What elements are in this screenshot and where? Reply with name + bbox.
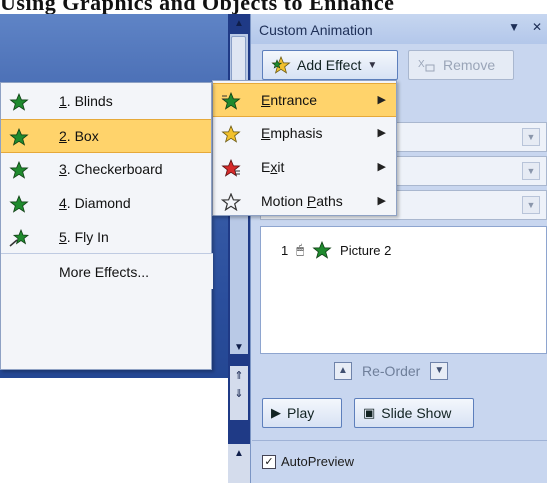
remove-button[interactable]: X Remove [408, 50, 514, 80]
remove-label: Remove [443, 57, 496, 73]
motion-paths-star-icon [221, 193, 241, 211]
divider [252, 440, 547, 441]
pane-title: Custom Animation [259, 22, 373, 38]
entrance-star-icon [221, 92, 241, 110]
submenu-arrow-icon: ▶ [377, 94, 386, 106]
pane-menu-icon[interactable]: ▼ [508, 20, 520, 34]
submenu-arrow-icon: ▶ [377, 195, 386, 207]
remove-icon: X [418, 59, 435, 72]
list-item[interactable]: 1 🖱 Picture 2 [281, 241, 391, 259]
submenu-item-diamond[interactable]: 4. Diamond [1, 187, 211, 221]
move-down-icon[interactable]: ▼ [430, 362, 449, 380]
menu-item-entrance[interactable]: Entrance ▶ [213, 83, 396, 117]
submenu-item-blinds[interactable]: 1. Blinds [1, 85, 211, 119]
menu-item-label: Exit [261, 159, 285, 175]
slide-show-button[interactable]: ▣ Slide Show [354, 398, 474, 428]
scroll-down-icon[interactable]: ▼ [233, 342, 245, 354]
reorder-label: Re-Order [362, 363, 421, 379]
menu-item-label: Emphasis [261, 125, 323, 141]
chevron-down-icon[interactable]: ▼ [522, 162, 540, 180]
previous-slide-icon[interactable]: ⇑ [233, 370, 245, 382]
more-effects-label: More Effects... [59, 264, 149, 280]
chevron-down-icon: ▼ [367, 59, 378, 71]
slide-lower-area [0, 378, 228, 483]
play-button[interactable]: ▶ Play [262, 398, 342, 428]
slide-show-icon: ▣ [363, 405, 376, 420]
submenu-arrow-icon: ▶ [377, 161, 386, 173]
chevron-down-icon[interactable]: ▼ [522, 196, 540, 214]
list-item-order: 1 [281, 242, 289, 258]
list-item-name: Picture 2 [340, 242, 392, 258]
menu-item-exit[interactable]: Exit ▶ [213, 151, 396, 185]
play-icon: ▶ [271, 405, 281, 420]
menu-item-emphasis[interactable]: Emphasis ▶ [213, 117, 396, 151]
add-effect-star-icon [271, 56, 291, 74]
scroll-up-small-icon[interactable]: ▲ [233, 448, 245, 460]
menu-item-label: Entrance [261, 92, 318, 108]
pane-header: Custom Animation ▼ ✕ [251, 14, 547, 44]
submenu-item-label: 3. Checkerboard [59, 161, 163, 177]
submenu-item-label: 2. Box [59, 128, 99, 144]
scroll-up-icon[interactable]: ▲ [233, 18, 245, 30]
header-text: Using Graphics and Objects to Enhance [0, 0, 395, 14]
move-up-icon[interactable]: ▲ [334, 362, 352, 380]
reorder-controls: ▲ Re-Order ▼ [334, 362, 449, 380]
menu-item-motion-paths[interactable]: Motion Paths ▶ [213, 185, 396, 219]
box-effect-icon [9, 128, 29, 146]
fly-in-effect-icon [9, 229, 29, 247]
mouse-click-icon: 🖱 [296, 242, 305, 257]
checkerboard-effect-icon [9, 161, 29, 179]
more-effects-item[interactable]: More Effects... [1, 253, 213, 289]
submenu-item-checkerboard[interactable]: 3. Checkerboard [1, 153, 211, 187]
submenu-item-box[interactable]: 2. Box [1, 119, 211, 153]
slide-show-label: Slide Show [381, 405, 452, 421]
next-slide-icon[interactable]: ⇓ [233, 388, 245, 400]
add-effect-button[interactable]: Add Effect ▼ [262, 50, 398, 80]
emphasis-star-icon [221, 125, 241, 143]
autopreview-option[interactable]: ✓ AutoPreview [262, 454, 354, 469]
pane-close-icon[interactable]: ✕ [532, 20, 542, 34]
autopreview-checkbox[interactable]: ✓ [262, 454, 276, 469]
entrance-submenu: 1. Blinds 2. Box 3. Checkerboard 4. Diam… [0, 82, 213, 370]
animation-list[interactable]: 1 🖱 Picture 2 [260, 226, 547, 354]
submenu-item-label: 1. Blinds [59, 93, 113, 109]
submenu-item-fly-in[interactable]: 5. Fly In [1, 221, 211, 255]
play-label: Play [287, 405, 315, 421]
chevron-down-icon[interactable]: ▼ [522, 128, 540, 146]
blinds-effect-icon [9, 93, 29, 111]
document-header-clip: Using Graphics and Objects to Enhance [0, 0, 547, 14]
menu-item-label: Motion Paths [261, 193, 343, 209]
exit-star-icon [221, 159, 241, 177]
add-effect-label: Add Effect [297, 57, 362, 73]
add-effect-menu: Entrance ▶ Emphasis ▶ Exit ▶ Motion Path… [212, 80, 397, 216]
submenu-item-label: 5. Fly In [59, 229, 109, 245]
submenu-item-label: 4. Diamond [59, 195, 131, 211]
entrance-star-icon [312, 241, 332, 259]
autopreview-label: AutoPreview [281, 454, 354, 469]
svg-text:X: X [418, 59, 425, 70]
submenu-arrow-icon: ▶ [377, 127, 386, 139]
diamond-effect-icon [9, 195, 29, 213]
